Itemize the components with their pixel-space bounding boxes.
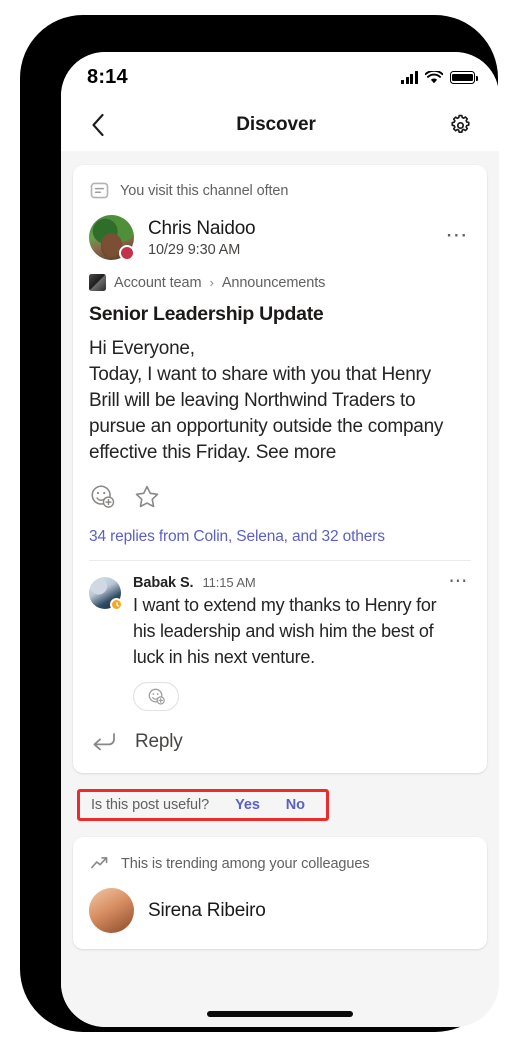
phone-frame: 8:14 Discover You visit this channel oft… (21, 16, 499, 1031)
home-indicator[interactable] (207, 1011, 353, 1017)
feedback-question: Is this post useful? (91, 797, 210, 813)
breadcrumb[interactable]: Account team › Announcements (73, 264, 487, 295)
reply-add-reaction-button[interactable] (133, 682, 179, 711)
star-icon (135, 485, 159, 507)
reply-arrow-icon (93, 733, 115, 751)
avatar[interactable] (89, 215, 135, 261)
wifi-icon (425, 71, 443, 84)
status-time: 8:14 (87, 66, 128, 88)
replies-link[interactable]: 34 replies from Colin, Selena, and 32 ot… (73, 524, 487, 560)
add-reaction-button[interactable] (89, 483, 116, 510)
status-bar: 8:14 (61, 52, 499, 99)
feedback-no-button[interactable]: No (286, 797, 305, 813)
settings-button[interactable] (443, 108, 477, 142)
avatar[interactable] (89, 888, 134, 933)
status-icons (401, 71, 478, 84)
reply-content: Babak S. 11:15 AM I want to extend my th… (133, 575, 440, 711)
presence-busy-badge (119, 245, 135, 261)
post-reason-label: You visit this channel often (120, 182, 289, 199)
phone-screen: 8:14 Discover You visit this channel oft… (61, 52, 499, 1027)
chevron-left-icon (92, 113, 104, 137)
post-actions[interactable] (73, 466, 487, 524)
reply-author-name: Babak S. (133, 575, 194, 591)
trending-arrow-icon (91, 857, 108, 869)
reply-button-label: Reply (135, 731, 183, 752)
app-header: Discover (61, 99, 499, 151)
reply-avatar[interactable] (89, 577, 123, 611)
trending-reason-label: This is trending among your colleagues (121, 855, 370, 872)
trending-author-row[interactable]: Sirena Ribeiro (73, 884, 487, 949)
post-author-meta: Chris Naidoo 10/29 9:30 AM (148, 217, 437, 259)
add-reaction-icon (148, 688, 165, 705)
post-more-options-icon[interactable]: ⋯ (437, 223, 471, 252)
breadcrumb-channel[interactable]: Announcements (222, 275, 326, 291)
post-body: Hi Everyone, Today, I want to share with… (89, 338, 444, 463)
trending-reason: This is trending among your colleagues (73, 837, 487, 884)
page-title: Discover (236, 114, 316, 135)
presence-away-badge (110, 598, 123, 611)
signal-icon (401, 71, 418, 84)
post-timestamp: 10/29 9:30 AM (148, 242, 241, 259)
discover-feed[interactable]: You visit this channel often Chris Naido… (61, 151, 499, 1027)
reply-item[interactable]: Babak S. 11:15 AM I want to extend my th… (73, 561, 487, 711)
clock-icon (115, 601, 119, 607)
reply-header: Babak S. 11:15 AM (133, 575, 440, 591)
post-author-row[interactable]: Chris Naidoo 10/29 9:30 AM ⋯ (73, 210, 487, 264)
trending-author-name: Sirena Ribeiro (148, 899, 266, 921)
reply-button[interactable]: Reply (73, 711, 487, 773)
post-card[interactable]: You visit this channel often Chris Naido… (73, 165, 487, 773)
post-title: Senior Leadership Update (89, 303, 324, 325)
screenshot-stage: 8:14 Discover You visit this channel oft… (0, 0, 518, 1047)
post-author-name: Chris Naidoo (148, 217, 256, 239)
add-reaction-icon (91, 485, 115, 508)
team-avatar-icon (89, 274, 106, 291)
battery-icon (450, 71, 478, 84)
gear-icon (450, 114, 470, 133)
post-reason: You visit this channel often (73, 165, 487, 210)
channel-feed-icon (90, 182, 109, 199)
post-feedback-section[interactable]: Is this post useful? Yes No (73, 787, 487, 823)
avatar-image (89, 888, 134, 933)
feedback-yes-button[interactable]: Yes (235, 797, 260, 813)
reply-timestamp: 11:15 AM (202, 575, 256, 590)
trending-card[interactable]: This is trending among your colleagues S… (73, 837, 487, 949)
breadcrumb-separator-icon: › (209, 275, 214, 290)
save-button[interactable] (134, 484, 160, 510)
feedback-row[interactable]: Is this post useful? Yes No (77, 787, 483, 823)
breadcrumb-team[interactable]: Account team (114, 275, 202, 291)
reply-text: I want to extend my thanks to Henry for … (133, 595, 437, 667)
reply-more-options-icon[interactable]: ⋯ (440, 572, 471, 599)
